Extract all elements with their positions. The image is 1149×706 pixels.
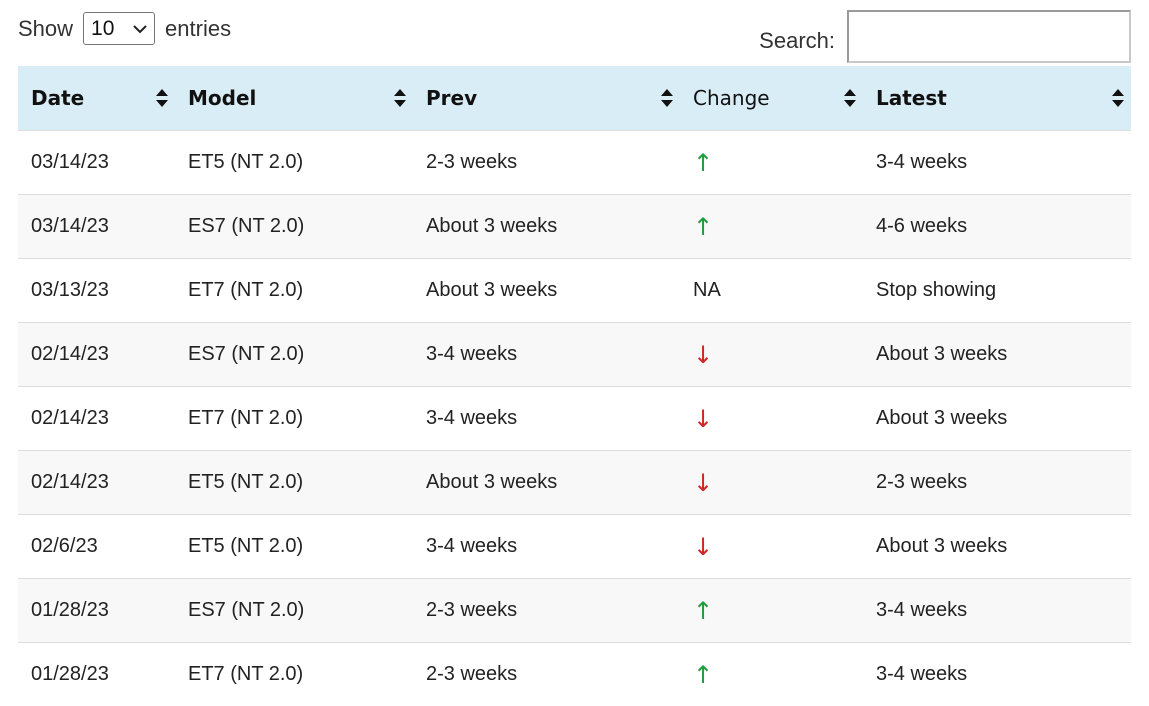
cell-model: ET5 (NT 2.0) — [175, 131, 413, 195]
search-label: Search: — [759, 28, 835, 54]
column-header-date[interactable]: Date — [18, 66, 175, 131]
table-body: 03/14/23 ET5 (NT 2.0) 2-3 weeks ↑ 3-4 we… — [18, 131, 1131, 706]
cell-latest: About 3 weeks — [863, 323, 1131, 387]
arrow-up-icon: ↑ — [693, 213, 713, 241]
chevron-down-icon — [132, 21, 148, 37]
entries-label: entries — [165, 16, 231, 42]
change-na-label: NA — [693, 279, 721, 301]
page-length-value: 10 — [91, 17, 114, 41]
cell-date: 02/14/23 — [18, 451, 175, 515]
arrow-up-icon: ↑ — [693, 597, 713, 625]
cell-prev: 3-4 weeks — [413, 323, 680, 387]
cell-date: 01/28/23 — [18, 579, 175, 643]
cell-date: 03/14/23 — [18, 131, 175, 195]
cell-prev: 3-4 weeks — [413, 387, 680, 451]
table-row: 02/14/23 ET5 (NT 2.0) About 3 weeks ↓ 2-… — [18, 451, 1131, 515]
cell-date: 03/13/23 — [18, 259, 175, 323]
arrow-down-icon: ↓ — [693, 405, 713, 433]
cell-model: ET5 (NT 2.0) — [175, 515, 413, 579]
cell-latest: 2-3 weeks — [863, 451, 1131, 515]
arrow-up-icon: ↑ — [693, 661, 713, 689]
table-row: 02/6/23 ET5 (NT 2.0) 3-4 weeks ↓ About 3… — [18, 515, 1131, 579]
column-header-latest[interactable]: Latest — [863, 66, 1131, 131]
cell-change: ↑ — [680, 131, 863, 195]
cell-prev: 2-3 weeks — [413, 643, 680, 706]
show-label: Show — [18, 16, 73, 42]
data-table: Date Model Prev Change Latest 03/14/23 — [18, 66, 1131, 706]
search-input[interactable] — [847, 10, 1131, 63]
cell-change: ↑ — [680, 643, 863, 706]
cell-model: ET7 (NT 2.0) — [175, 259, 413, 323]
arrow-down-icon: ↓ — [693, 469, 713, 497]
cell-change: ↓ — [680, 451, 863, 515]
arrow-up-icon: ↑ — [693, 149, 713, 177]
page-length-control: Show 10 entries — [18, 12, 231, 45]
cell-change: ↑ — [680, 579, 863, 643]
cell-latest: About 3 weeks — [863, 387, 1131, 451]
cell-model: ES7 (NT 2.0) — [175, 579, 413, 643]
cell-change: ↓ — [680, 387, 863, 451]
cell-prev: About 3 weeks — [413, 259, 680, 323]
table-row: 03/14/23 ES7 (NT 2.0) About 3 weeks ↑ 4-… — [18, 195, 1131, 259]
cell-model: ES7 (NT 2.0) — [175, 195, 413, 259]
sort-icon — [1111, 88, 1125, 108]
sort-icon — [155, 88, 169, 108]
table-row: 02/14/23 ET7 (NT 2.0) 3-4 weeks ↓ About … — [18, 387, 1131, 451]
column-header-model[interactable]: Model — [175, 66, 413, 131]
sort-icon — [393, 88, 407, 108]
column-header-label: Change — [693, 86, 770, 110]
table-row: 02/14/23 ES7 (NT 2.0) 3-4 weeks ↓ About … — [18, 323, 1131, 387]
arrow-down-icon: ↓ — [693, 341, 713, 369]
cell-latest: 3-4 weeks — [863, 579, 1131, 643]
cell-date: 02/14/23 — [18, 323, 175, 387]
arrow-down-icon: ↓ — [693, 533, 713, 561]
cell-change: ↓ — [680, 515, 863, 579]
column-header-label: Prev — [426, 86, 477, 110]
cell-date: 03/14/23 — [18, 195, 175, 259]
cell-latest: Stop showing — [863, 259, 1131, 323]
table-row: 03/13/23 ET7 (NT 2.0) About 3 weeks NA S… — [18, 259, 1131, 323]
sort-icon — [843, 88, 857, 108]
table-toolbar: Show 10 entries Search: — [18, 0, 1131, 66]
header-row: Date Model Prev Change Latest — [18, 66, 1131, 131]
cell-latest: 3-4 weeks — [863, 131, 1131, 195]
cell-prev: 2-3 weeks — [413, 131, 680, 195]
column-header-prev[interactable]: Prev — [413, 66, 680, 131]
search-control: Search: — [759, 10, 1131, 63]
column-header-label: Date — [31, 86, 84, 110]
cell-model: ET7 (NT 2.0) — [175, 643, 413, 706]
page-length-select[interactable]: 10 — [83, 12, 155, 45]
table-header: Date Model Prev Change Latest — [18, 66, 1131, 131]
cell-prev: About 3 weeks — [413, 195, 680, 259]
cell-model: ET5 (NT 2.0) — [175, 451, 413, 515]
cell-change: ↑ — [680, 195, 863, 259]
table-row: 01/28/23 ES7 (NT 2.0) 2-3 weeks ↑ 3-4 we… — [18, 579, 1131, 643]
cell-date: 02/14/23 — [18, 387, 175, 451]
cell-change: ↓ — [680, 323, 863, 387]
cell-latest: 3-4 weeks — [863, 643, 1131, 706]
cell-prev: About 3 weeks — [413, 451, 680, 515]
cell-latest: 4-6 weeks — [863, 195, 1131, 259]
table-row: 01/28/23 ET7 (NT 2.0) 2-3 weeks ↑ 3-4 we… — [18, 643, 1131, 706]
table-row: 03/14/23 ET5 (NT 2.0) 2-3 weeks ↑ 3-4 we… — [18, 131, 1131, 195]
column-header-label: Latest — [876, 86, 947, 110]
column-header-label: Model — [188, 86, 256, 110]
cell-change: NA — [680, 259, 863, 323]
sort-icon — [660, 88, 674, 108]
cell-latest: About 3 weeks — [863, 515, 1131, 579]
cell-model: ET7 (NT 2.0) — [175, 387, 413, 451]
cell-date: 01/28/23 — [18, 643, 175, 706]
cell-model: ES7 (NT 2.0) — [175, 323, 413, 387]
cell-date: 02/6/23 — [18, 515, 175, 579]
column-header-change[interactable]: Change — [680, 66, 863, 131]
cell-prev: 3-4 weeks — [413, 515, 680, 579]
cell-prev: 2-3 weeks — [413, 579, 680, 643]
